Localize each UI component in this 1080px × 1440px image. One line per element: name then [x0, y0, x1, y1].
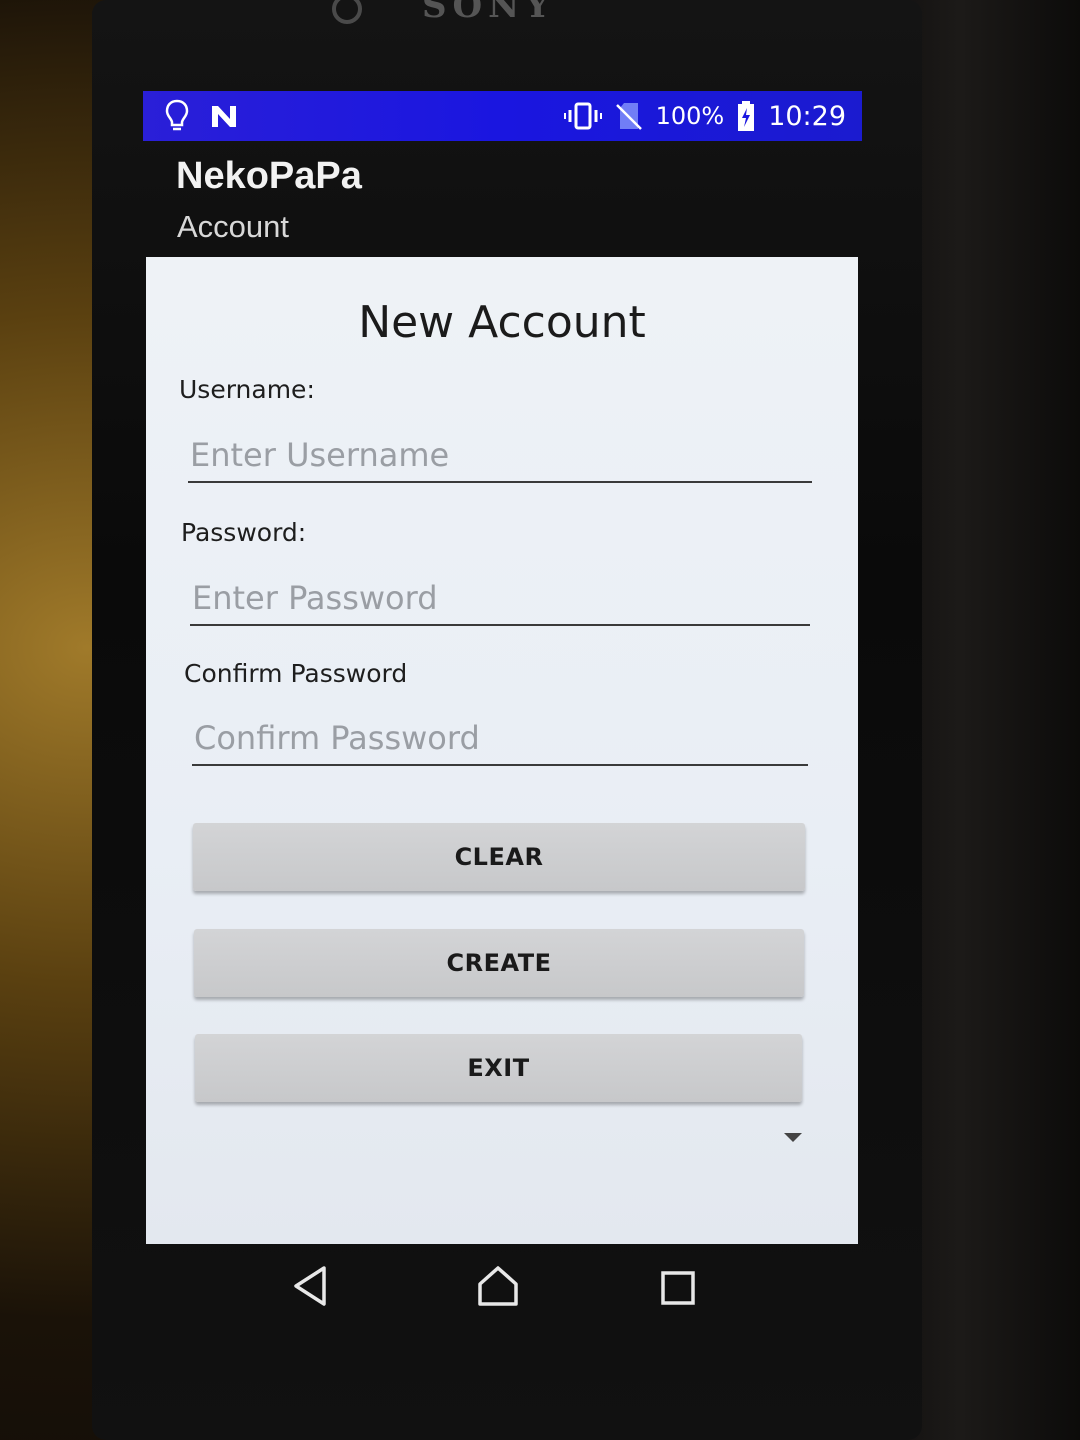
app-subtitle: Account [177, 209, 290, 244]
create-button[interactable]: CREATE [194, 929, 804, 997]
nfc-n-icon [209, 102, 239, 130]
battery-percent: 100% [655, 102, 725, 130]
battery-charging-icon [738, 101, 755, 131]
app-title: NekoPaPa [176, 155, 362, 197]
password-label: Password: [181, 518, 307, 547]
clock: 10:29 [768, 100, 846, 132]
password-input[interactable] [190, 572, 810, 626]
status-bar: 100% 10:29 [143, 91, 862, 141]
clear-button[interactable]: CLEAR [193, 823, 805, 891]
navigation-bar [160, 1244, 840, 1344]
home-icon[interactable] [476, 1264, 520, 1308]
confirm-password-input[interactable] [192, 712, 808, 766]
exit-button[interactable]: EXIT [195, 1034, 802, 1102]
no-sim-icon [615, 101, 642, 131]
page-title: New Account [358, 297, 646, 348]
confirm-password-label: Confirm Password [184, 659, 408, 688]
lightbulb-icon [165, 99, 189, 133]
username-input[interactable] [188, 429, 812, 483]
device-brand: SONY [422, 0, 556, 26]
camera-icon [332, 0, 362, 24]
action-bar: NekoPaPa Account [143, 141, 862, 257]
scroll-down-caret-icon [784, 1133, 802, 1142]
username-label: Username: [179, 375, 315, 404]
new-account-form: New Account Username: Password: Confirm … [146, 257, 858, 1244]
recents-icon[interactable] [660, 1270, 696, 1306]
vibrate-icon [563, 102, 602, 130]
back-icon[interactable] [290, 1264, 330, 1308]
